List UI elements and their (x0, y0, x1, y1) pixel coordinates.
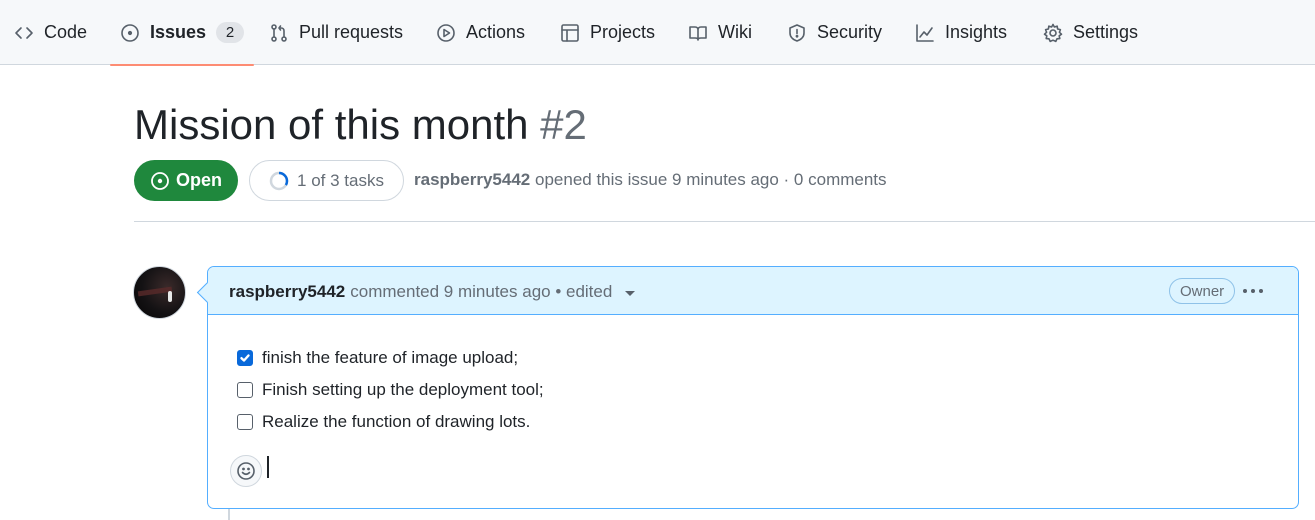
tab-actions[interactable]: Actions (436, 0, 525, 65)
task-checkbox[interactable] (237, 414, 253, 430)
kebab-dot (1259, 289, 1263, 293)
tab-label: Settings (1073, 22, 1139, 42)
tab-label: Insights (945, 22, 1008, 42)
tab-label: Pull requests (299, 22, 404, 42)
task-list-item: Finish setting up the deployment tool; (237, 374, 544, 406)
tab-pull-requests[interactable]: Pull requests (269, 0, 403, 65)
tab-projects[interactable]: Projects (560, 0, 655, 65)
issue-title: Mission of this month #2 (134, 98, 587, 152)
book-icon (689, 25, 707, 41)
task-progress-label: 1 of 3 tasks (297, 170, 384, 190)
tab-label: Code (44, 22, 88, 42)
comment-meta-text: commented 9 minutes ago • edited (350, 282, 613, 301)
comment-meta: raspberry5442 commented 9 minutes ago • … (229, 282, 636, 302)
checkmark-icon (240, 354, 250, 362)
comment-options-button[interactable] (1238, 279, 1268, 303)
table-icon (561, 23, 579, 42)
task-progress-ring-icon (269, 171, 289, 190)
avatar[interactable] (133, 266, 186, 319)
task-list-item: Realize the function of drawing lots. (237, 406, 544, 438)
git-pull-request-icon (271, 23, 287, 42)
header-divider (134, 221, 1315, 222)
comment-author-link[interactable]: raspberry5442 (229, 282, 345, 302)
code-icon (15, 26, 33, 39)
issue-meta: raspberry5442 opened this issue 9 minute… (414, 170, 887, 190)
issue-opened-icon (121, 23, 139, 42)
tab-wiki[interactable]: Wiki (688, 0, 752, 65)
selected-tab-underline (110, 64, 255, 66)
issue-state-badge: Open (134, 160, 238, 201)
edit-history-caret-icon[interactable] (625, 290, 636, 296)
issue-opened-icon (151, 171, 169, 190)
graph-icon (916, 23, 934, 42)
gear-icon (1043, 23, 1063, 42)
play-icon (437, 23, 455, 42)
issue-author-link[interactable]: raspberry5442 (414, 170, 530, 189)
text-cursor (267, 456, 269, 478)
tab-insights[interactable]: Insights (915, 0, 1007, 65)
task-checkbox[interactable] (237, 350, 253, 366)
owner-badge: Owner (1169, 278, 1236, 304)
issue-opened-text: opened this issue 9 minutes ago · 0 comm… (535, 170, 887, 189)
issue-comment: raspberry5442 commented 9 minutes ago • … (207, 266, 1299, 509)
tab-label: Projects (590, 22, 656, 42)
issues-counter: 2 (216, 22, 245, 43)
smiley-icon (237, 462, 255, 480)
task-label: finish the feature of image upload; (262, 348, 519, 367)
issue-title-text: Mission of this month (134, 101, 529, 148)
kebab-dot (1243, 289, 1247, 293)
issue-state-label: Open (175, 170, 222, 190)
tab-label: Actions (466, 22, 526, 42)
tab-label: Wiki (718, 22, 752, 42)
repo-nav: Code Issues 2 Pull requests Actions Proj… (0, 0, 1315, 66)
tab-settings[interactable]: Settings (1043, 0, 1138, 65)
task-list-item: finish the feature of image upload; (237, 342, 544, 374)
tab-label: Issues (150, 22, 207, 42)
tab-label: Security (817, 22, 883, 42)
tab-code[interactable]: Code (14, 0, 87, 65)
task-list: finish the feature of image upload; Fini… (237, 342, 544, 438)
task-progress-pill[interactable]: 1 of 3 tasks (249, 160, 404, 201)
task-label: Realize the function of drawing lots. (262, 412, 531, 431)
task-label: Finish setting up the deployment tool; (262, 380, 544, 399)
issue-number: #2 (540, 101, 587, 148)
tab-security[interactable]: Security (787, 0, 882, 65)
comment-header: raspberry5442 commented 9 minutes ago • … (208, 267, 1298, 315)
kebab-dot (1251, 289, 1255, 293)
add-reaction-button[interactable] (230, 455, 262, 487)
shield-icon (789, 23, 805, 42)
task-checkbox[interactable] (237, 382, 253, 398)
tab-issues[interactable]: Issues 2 (110, 0, 255, 66)
